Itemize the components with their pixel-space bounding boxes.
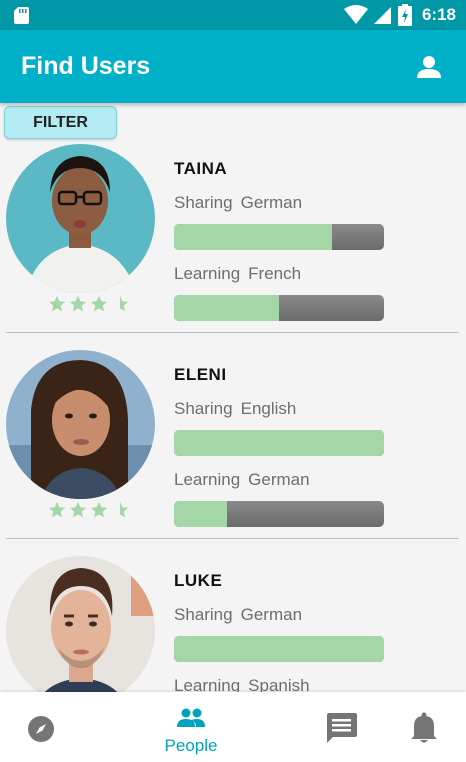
user-card[interactable]: ELENI Sharing English Learning German [0,309,466,539]
sharing-label: Sharing [174,605,233,624]
user-name: LUKE [174,571,223,590]
learning-language: Spanish [248,676,310,692]
learning-label: Learning [174,264,241,283]
people-icon [177,708,205,727]
user-card[interactable]: LUKE Sharing German Learning Spanish [0,515,466,692]
sharing-level-bar [174,430,384,456]
learning-row: Learning German [174,470,310,490]
bell-icon [411,712,437,743]
avatar [6,144,155,293]
battery-icon [397,4,412,26]
page-title: Find Users [21,52,151,80]
status-time: 6:18 [421,5,456,24]
nav-item-notifications[interactable] [394,692,466,762]
learning-label: Learning [174,470,241,489]
learning-row: Learning French [174,264,301,284]
sharing-level-fill [174,636,384,662]
avatar [6,556,155,692]
sharing-level-bar [174,636,384,662]
sharing-label: Sharing [174,193,233,212]
sharing-level-bar [174,224,384,250]
sharing-row: Sharing English [174,399,296,419]
app-bar: Find Users [0,30,466,103]
sharing-language: German [240,193,303,212]
compass-icon [28,716,54,742]
sharing-row: Sharing German [174,193,302,213]
account-icon[interactable] [416,54,442,80]
learning-label: Learning [174,676,241,692]
wifi-icon [343,5,368,24]
nav-label-people: People [164,736,218,755]
sharing-language: German [240,605,303,624]
sharing-language: English [240,399,297,418]
nav-item-messages[interactable] [305,692,377,762]
user-list: TAINA Sharing German Learning French ELE… [0,103,466,692]
learning-language: German [248,470,310,489]
sharing-label: Sharing [174,399,233,418]
user-name: TAINA [174,159,228,178]
learning-language: French [248,264,302,283]
sd-card-icon [14,7,29,24]
sharing-level-fill [174,430,384,456]
bottom-nav: People [0,692,466,762]
avatar [6,350,155,499]
filter-button[interactable]: FILTER [4,106,117,139]
nav-item-explore[interactable] [0,692,82,762]
nav-item-people[interactable]: People [140,692,242,762]
chat-icon [327,713,357,743]
learning-row: Learning Spanish [174,676,310,692]
cell-signal-icon [373,7,391,24]
sharing-row: Sharing German [174,605,302,625]
user-name: ELENI [174,365,227,384]
sharing-level-fill [174,224,332,250]
status-bar: 6:18 [0,0,466,30]
